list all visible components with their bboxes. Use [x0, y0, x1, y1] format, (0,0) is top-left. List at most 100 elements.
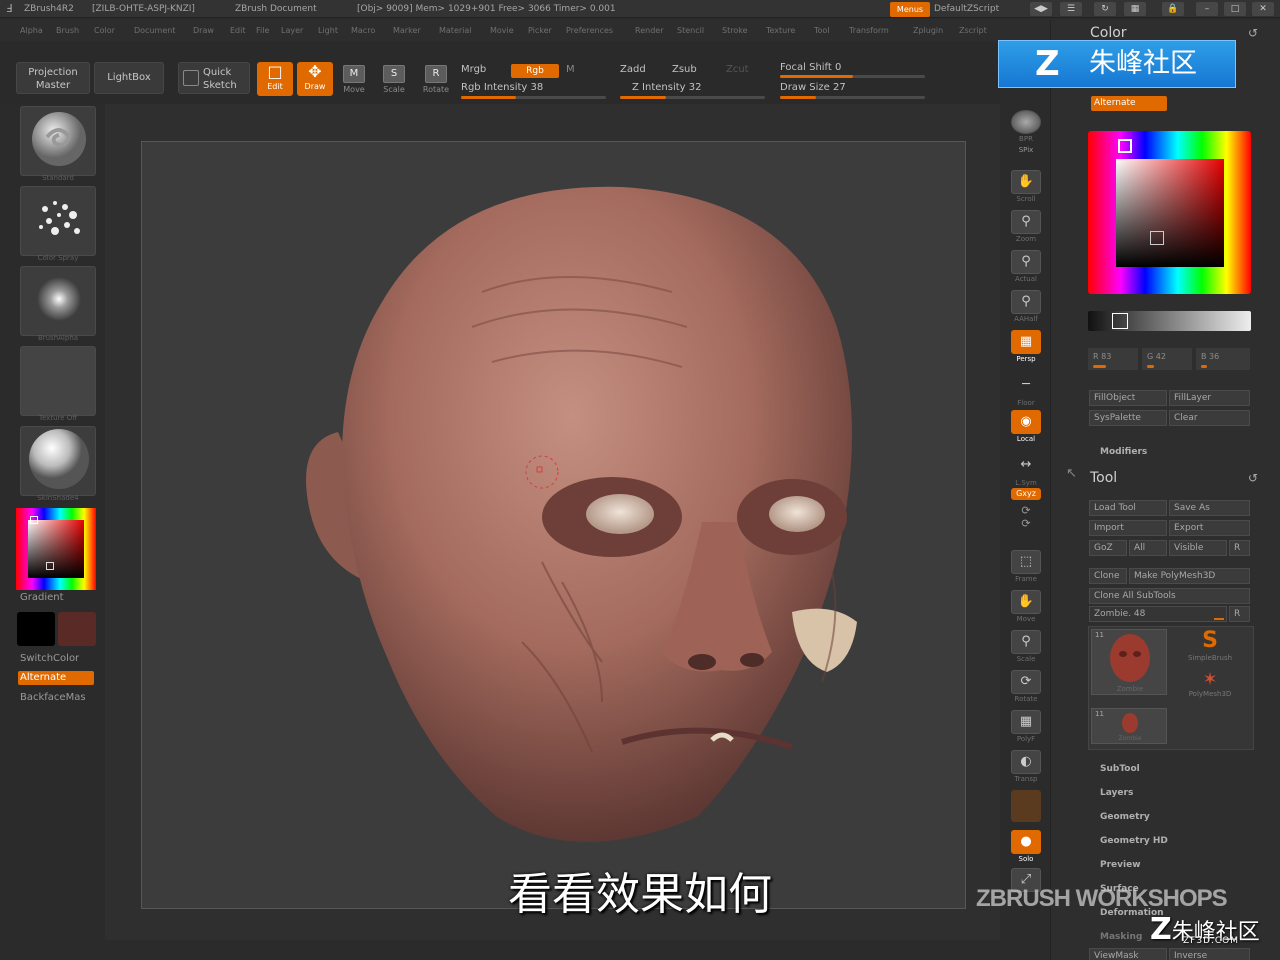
floor-button[interactable]: ─ Floor	[1008, 374, 1044, 407]
transp-button[interactable]: ◐ Transp	[1008, 750, 1044, 783]
menu-transform[interactable]: Transform	[849, 26, 889, 35]
lock-icon[interactable]: 🔒	[1162, 2, 1184, 16]
frame-button[interactable]: ⬚ Frame	[1008, 550, 1044, 583]
menu-macro[interactable]: Macro	[351, 26, 375, 35]
red-slider[interactable]: R 83	[1088, 348, 1138, 370]
viewmask-button[interactable]: ViewMask	[1089, 948, 1167, 960]
color-marker[interactable]	[1150, 231, 1164, 245]
zombie-tool-thumbnail[interactable]: 11 Zombie	[1091, 629, 1167, 695]
hue-marker[interactable]	[1118, 139, 1132, 153]
m-button[interactable]: M	[566, 64, 575, 75]
import-button[interactable]: Import	[1089, 520, 1167, 536]
material-thumbnail[interactable]	[20, 426, 96, 496]
save-as-button[interactable]: Save As	[1169, 500, 1250, 516]
menu-picker[interactable]: Picker	[528, 26, 552, 35]
brush-thumbnail[interactable]	[20, 106, 96, 176]
menu-light[interactable]: Light	[318, 26, 338, 35]
menu-marker[interactable]: Marker	[393, 26, 421, 35]
menus-toggle-button[interactable]: Menus	[890, 2, 930, 17]
menu-color[interactable]: Color	[94, 26, 115, 35]
z-intensity-slider[interactable]	[620, 96, 765, 99]
masking-subpalette[interactable]: Masking	[1100, 932, 1142, 942]
menu-texture[interactable]: Texture	[766, 26, 795, 35]
draw-mode-button[interactable]: ✥ Draw	[297, 62, 333, 96]
rotate-view-button[interactable]: ⟳ Rotate	[1008, 670, 1044, 703]
menu-tool[interactable]: Tool	[814, 26, 830, 35]
persp-button[interactable]: ▦ Persp	[1008, 330, 1044, 363]
zcut-button[interactable]: Zcut	[726, 64, 749, 75]
menu-layer[interactable]: Layer	[281, 26, 303, 35]
menu-zscript[interactable]: Zscript	[959, 26, 987, 35]
minimize-icon[interactable]: –	[1196, 2, 1218, 16]
saturation-square[interactable]	[1116, 159, 1224, 267]
default-zscript-button[interactable]: DefaultZScript	[934, 0, 999, 18]
mini-color-picker[interactable]	[16, 508, 96, 590]
rgb-intensity-slider[interactable]	[461, 96, 606, 99]
goz-all-button[interactable]: All	[1129, 540, 1167, 556]
export-button[interactable]: Export	[1169, 520, 1250, 536]
scale-button[interactable]: S Scale	[380, 65, 408, 94]
refresh-icon[interactable]: ↻	[1094, 2, 1116, 16]
stroke-thumbnail[interactable]	[20, 186, 96, 256]
gradient-toggle[interactable]: Gradient	[20, 592, 64, 603]
menu-draw[interactable]: Draw	[193, 26, 214, 35]
menu-alpha[interactable]: Alpha	[20, 26, 43, 35]
geometry-subpalette[interactable]: Geometry	[1100, 812, 1150, 822]
polymesh3d-tool[interactable]: ✶ PolyMesh3D	[1176, 670, 1244, 699]
zoom-button[interactable]: ⚲ Zoom	[1008, 210, 1044, 243]
focal-shift-slider[interactable]	[780, 75, 925, 78]
focal-shift-label[interactable]: Focal Shift 0	[780, 62, 841, 73]
menu-brush[interactable]: Brush	[56, 26, 79, 35]
palette-icon[interactable]: ▦	[1124, 2, 1146, 16]
tool-reset-icon[interactable]: ↺	[1248, 471, 1258, 485]
mrgb-button[interactable]: Mrgb	[461, 64, 486, 75]
preview-subpalette[interactable]: Preview	[1100, 860, 1141, 870]
menu-render[interactable]: Render	[635, 26, 663, 35]
solo-button[interactable]: ● Solo	[1008, 830, 1044, 863]
menu-file[interactable]: File	[256, 26, 269, 35]
menu-stencil[interactable]: Stencil	[677, 26, 704, 35]
load-tool-button[interactable]: Load Tool	[1089, 500, 1167, 516]
z-intensity-label[interactable]: Z Intensity 32	[632, 82, 701, 93]
alternate-toggle-tray[interactable]: Alternate	[1091, 96, 1167, 111]
rgb-button[interactable]: Rgb	[511, 64, 559, 78]
menu-movie[interactable]: Movie	[490, 26, 514, 35]
secondary-color-swatch[interactable]	[58, 612, 96, 646]
goz-r-button[interactable]: R	[1229, 540, 1250, 556]
polyf-button[interactable]: ▦ PolyF	[1008, 710, 1044, 743]
inverse-button[interactable]: Inverse	[1169, 948, 1250, 960]
window-button-1[interactable]: ◀▶	[1030, 2, 1052, 16]
bpr-button[interactable]: BPR	[1008, 110, 1044, 143]
color-palette-title[interactable]: Color	[1090, 25, 1127, 41]
zombie-tool-thumbnail-small[interactable]: 11 Zombie	[1091, 708, 1167, 744]
tool-name-slider[interactable]: Zombie. 48	[1089, 606, 1227, 622]
grayscale-marker[interactable]	[1112, 313, 1128, 329]
close-icon[interactable]: ✕	[1252, 2, 1274, 16]
actual-button[interactable]: ⚲ Actual	[1008, 250, 1044, 283]
tool-palette-title[interactable]: Tool	[1090, 470, 1117, 486]
green-slider[interactable]: G 42	[1142, 348, 1192, 370]
goz-visible-button[interactable]: Visible	[1169, 540, 1227, 556]
zombie-head-model[interactable]	[142, 142, 966, 909]
tool-pin-icon[interactable]: ↖	[1066, 466, 1077, 481]
fill-object-button[interactable]: FillObject	[1089, 390, 1167, 406]
projection-master-button[interactable]: Projection Master	[16, 62, 90, 94]
layout-icon[interactable]: ☰	[1060, 2, 1082, 16]
rotate-button[interactable]: R Rotate	[421, 65, 451, 94]
menu-stroke[interactable]: Stroke	[722, 26, 748, 35]
color-picker[interactable]	[1088, 131, 1251, 294]
rotation-axis-icons[interactable]: ⟳ ⟳	[1008, 504, 1044, 530]
alternate-toggle-left[interactable]: Alternate	[18, 671, 94, 685]
zadd-button[interactable]: Zadd	[620, 64, 646, 75]
local-button[interactable]: ◉ Local	[1008, 410, 1044, 443]
clear-button[interactable]: Clear	[1169, 410, 1250, 426]
maximize-icon[interactable]: □	[1224, 2, 1246, 16]
lightbox-button[interactable]: LightBox	[94, 62, 164, 94]
aahalf-button[interactable]: ⚲ AAHalf	[1008, 290, 1044, 323]
menu-material[interactable]: Material	[439, 26, 472, 35]
grayscale-slider[interactable]	[1088, 311, 1251, 331]
ghost-button[interactable]	[1008, 790, 1044, 823]
menu-preferences[interactable]: Preferences	[566, 26, 613, 35]
menu-edit[interactable]: Edit	[230, 26, 246, 35]
menu-document[interactable]: Document	[134, 26, 175, 35]
